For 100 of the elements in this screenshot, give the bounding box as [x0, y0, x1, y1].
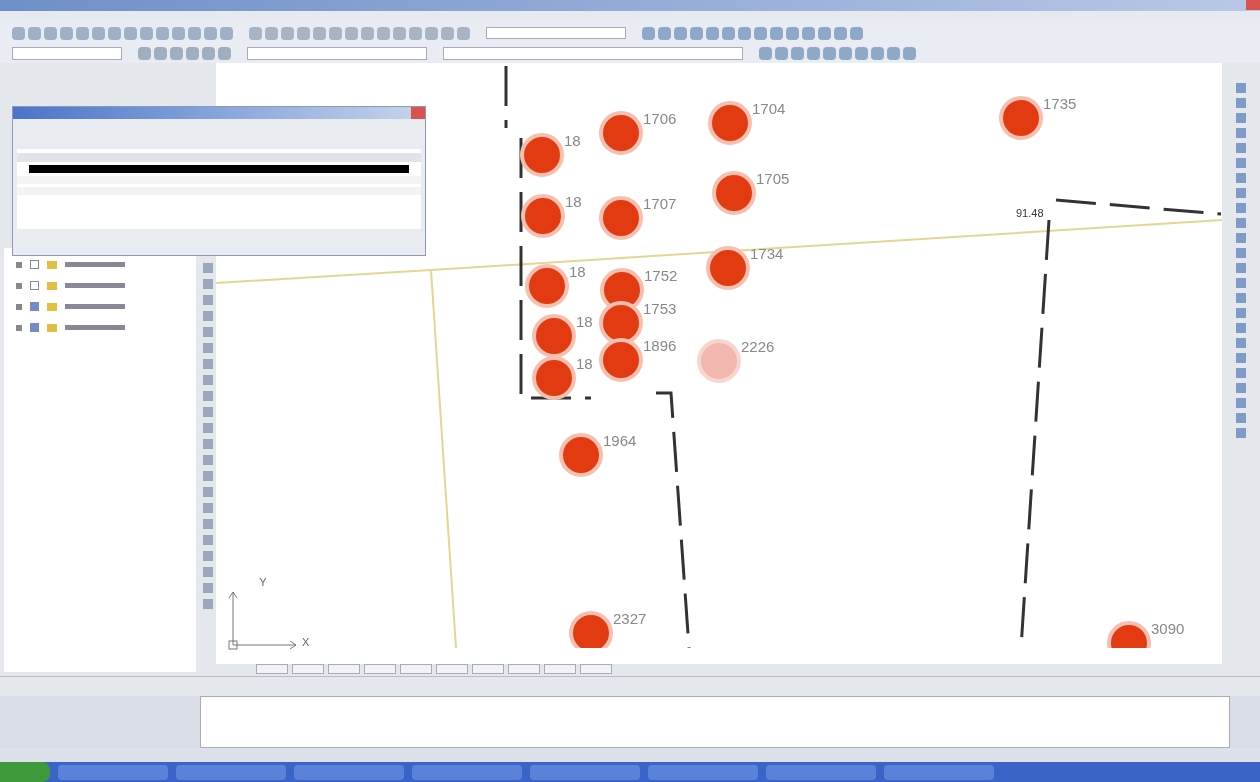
close-button[interactable]: [411, 107, 425, 119]
start-button[interactable]: [0, 762, 50, 782]
toolbar-icon[interactable]: [60, 26, 73, 40]
checkbox[interactable]: [30, 260, 39, 269]
layout-tab[interactable]: [508, 664, 540, 674]
toolbar-icon[interactable]: [249, 26, 262, 40]
toolbar-icon[interactable]: [818, 26, 831, 40]
taskbar-button[interactable]: [766, 764, 876, 780]
toolbar-icon[interactable]: [642, 26, 655, 40]
close-button[interactable]: [1246, 0, 1260, 10]
layout-tab[interactable]: [364, 664, 396, 674]
linetype-dropdown[interactable]: [443, 46, 743, 60]
toolbar-icon[interactable]: [823, 46, 836, 60]
toolbar-icon[interactable]: [887, 46, 900, 60]
toolbar-icon[interactable]: [839, 46, 852, 60]
toolbar-icon[interactable]: [807, 46, 820, 60]
toolbar-icon[interactable]: [220, 26, 233, 40]
toolbar-icon[interactable]: [188, 26, 201, 40]
layout-tab[interactable]: [472, 664, 504, 674]
toolbar-icon[interactable]: [345, 26, 358, 40]
layout-tab[interactable]: [328, 664, 360, 674]
point-label: 18: [565, 194, 582, 209]
toolbar-icon[interactable]: [329, 26, 342, 40]
toolbar-icon[interactable]: [204, 26, 217, 40]
toolbar-icon[interactable]: [754, 26, 767, 40]
toolbar-icon[interactable]: [28, 26, 41, 40]
toolbar-icon[interactable]: [138, 46, 151, 60]
layer-dropdown[interactable]: [12, 46, 122, 60]
expand-icon[interactable]: [16, 324, 22, 331]
toolbar-icon[interactable]: [172, 26, 185, 40]
toolbar-icon[interactable]: [202, 46, 215, 60]
point-label: 1706: [643, 111, 677, 126]
toolbar-icon[interactable]: [706, 26, 719, 40]
taskbar-button[interactable]: [412, 764, 522, 780]
taskbar-button[interactable]: [884, 764, 994, 780]
point-label: 3090: [1151, 621, 1185, 636]
toolbar-icon[interactable]: [124, 26, 137, 40]
toolbar-icon[interactable]: [281, 26, 294, 40]
toolbar-icon[interactable]: [441, 26, 454, 40]
taskbar-button[interactable]: [530, 764, 640, 780]
layout-tab[interactable]: [436, 664, 468, 674]
toolbar-icon[interactable]: [802, 26, 815, 40]
toolbar-icon[interactable]: [409, 26, 422, 40]
toolbar-icon[interactable]: [156, 26, 169, 40]
toolbar-icon[interactable]: [674, 26, 687, 40]
point-label: 2327: [613, 611, 647, 626]
toolbar-icon[interactable]: [140, 26, 153, 40]
layout-tab[interactable]: [400, 664, 432, 674]
point-label: 18: [564, 133, 581, 148]
layer-dropdown[interactable]: [247, 46, 427, 60]
toolbar-icon[interactable]: [722, 26, 735, 40]
ucs-icon: [228, 590, 298, 650]
taskbar-button[interactable]: [294, 764, 404, 780]
expand-icon[interactable]: [16, 261, 22, 268]
toolbar-icon[interactable]: [775, 46, 788, 60]
toolbar-icon[interactable]: [738, 26, 751, 40]
taskbar-button[interactable]: [58, 764, 168, 780]
toolbar-icon[interactable]: [377, 26, 390, 40]
toolbar-icon[interactable]: [855, 46, 868, 60]
toolbar-icon[interactable]: [218, 46, 231, 60]
toolbar-icon[interactable]: [834, 26, 847, 40]
toolbar-icon[interactable]: [658, 26, 671, 40]
layout-tab[interactable]: [292, 664, 324, 674]
toolbar-icon[interactable]: [791, 46, 804, 60]
layout-tab[interactable]: [580, 664, 612, 674]
toolbar-icon[interactable]: [850, 26, 863, 40]
toolbar-icon[interactable]: [690, 26, 703, 40]
toolbar-icon[interactable]: [108, 26, 121, 40]
layer-name: [65, 304, 125, 309]
toolbar-icon[interactable]: [871, 46, 884, 60]
toolbar-icon[interactable]: [44, 26, 57, 40]
layout-tab[interactable]: [544, 664, 576, 674]
toolbar-icon[interactable]: [457, 26, 470, 40]
toolbar-icon[interactable]: [265, 26, 278, 40]
checkbox[interactable]: [30, 302, 39, 311]
toolbar-icon[interactable]: [425, 26, 438, 40]
toolbar-icon[interactable]: [297, 26, 310, 40]
layout-tab[interactable]: [256, 664, 288, 674]
point-label: 1704: [752, 101, 786, 116]
checkbox[interactable]: [30, 323, 39, 332]
toolbar-icon[interactable]: [393, 26, 406, 40]
toolbar-icon[interactable]: [759, 46, 772, 60]
toolbar-icon[interactable]: [903, 46, 916, 60]
expand-icon[interactable]: [16, 282, 22, 289]
taskbar-button[interactable]: [648, 764, 758, 780]
toolbar-icon[interactable]: [361, 26, 374, 40]
toolbar-icon[interactable]: [12, 26, 25, 40]
toolbar-icon[interactable]: [786, 26, 799, 40]
selected-row[interactable]: [29, 165, 409, 173]
expand-icon[interactable]: [16, 303, 22, 310]
toolbar-icon[interactable]: [92, 26, 105, 40]
toolbar-icon[interactable]: [154, 46, 167, 60]
checkbox[interactable]: [30, 281, 39, 290]
toolbar-icon[interactable]: [186, 46, 199, 60]
toolbar-icon[interactable]: [170, 46, 183, 60]
dropdown-field[interactable]: [486, 27, 626, 39]
toolbar-icon[interactable]: [313, 26, 326, 40]
taskbar-button[interactable]: [176, 764, 286, 780]
toolbar-icon[interactable]: [770, 26, 783, 40]
toolbar-icon[interactable]: [76, 26, 89, 40]
